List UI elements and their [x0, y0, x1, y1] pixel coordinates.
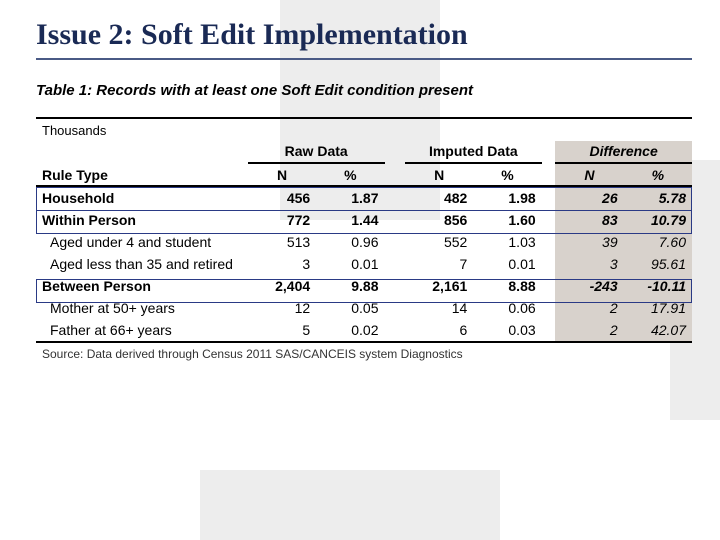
cell-d-p: 95.61: [624, 253, 692, 275]
cell-imp-n: 6: [405, 319, 473, 342]
cell-gap2: [542, 275, 556, 297]
header-sub: Rule Type N % N % N %: [36, 163, 692, 186]
table-wrapper: Thousands Raw Data Imputed Data Differen…: [36, 117, 692, 364]
cell-gap: [385, 253, 405, 275]
cell-imp-p: 1.60: [473, 209, 541, 231]
cell-gap: [385, 297, 405, 319]
cell-d-p: 10.79: [624, 209, 692, 231]
cell-raw-p: 0.96: [316, 231, 384, 253]
cell-imp-n: 2,161: [405, 275, 473, 297]
cell-gap2: [542, 231, 556, 253]
cell-rule: Father at 66+ years: [36, 319, 248, 342]
cell-d-p: 7.60: [624, 231, 692, 253]
cell-rule: Aged under 4 and student: [36, 231, 248, 253]
cell-gap: [385, 231, 405, 253]
cell-d-n: 2: [555, 319, 623, 342]
cell-gap: [385, 209, 405, 231]
cell-imp-p: 8.88: [473, 275, 541, 297]
col-imp-pct: %: [473, 163, 541, 186]
cell-raw-p: 0.02: [316, 319, 384, 342]
data-table: Thousands Raw Data Imputed Data Differen…: [36, 117, 692, 364]
cell-gap2: [542, 186, 556, 209]
table-row: Between Person2,4049.88 2,1618.88 -243-10.…: [36, 275, 692, 297]
cell-gap2: [542, 253, 556, 275]
cell-d-p: 5.78: [624, 186, 692, 209]
cell-rule: Within Person: [36, 209, 248, 231]
col-raw-n: N: [248, 163, 316, 186]
table-row: Within Person7721.44 8561.60 8310.79: [36, 209, 692, 231]
header-groups: Raw Data Imputed Data Difference: [36, 141, 692, 163]
cell-raw-p: 1.87: [316, 186, 384, 209]
cell-imp-n: 14: [405, 297, 473, 319]
col-group-imputed: Imputed Data: [405, 141, 542, 163]
cell-imp-p: 0.01: [473, 253, 541, 275]
cell-imp-n: 856: [405, 209, 473, 231]
col-diff-pct: %: [624, 163, 692, 186]
cell-imp-p: 1.03: [473, 231, 541, 253]
cell-imp-n: 7: [405, 253, 473, 275]
cell-gap: [385, 319, 405, 342]
table-source: Source: Data derived through Census 2011…: [36, 342, 692, 364]
cell-rule: Between Person: [36, 275, 248, 297]
cell-rule: Aged less than 35 and retired: [36, 253, 248, 275]
cell-gap2: [542, 209, 556, 231]
cell-raw-p: 0.01: [316, 253, 384, 275]
slide-title: Issue 2: Soft Edit Implementation: [36, 18, 692, 52]
cell-rule: Household: [36, 186, 248, 209]
cell-gap: [385, 275, 405, 297]
table-row: Mother at 50+ years120.05 140.06 217.91: [36, 297, 692, 319]
table-row: Aged less than 35 and retired30.0170.013…: [36, 253, 692, 275]
cell-raw-n: 3: [248, 253, 316, 275]
cell-raw-n: 456: [248, 186, 316, 209]
cell-raw-n: 772: [248, 209, 316, 231]
cell-imp-n: 482: [405, 186, 473, 209]
cell-d-n: 2: [555, 297, 623, 319]
cell-raw-n: 5: [248, 319, 316, 342]
cell-raw-p: 9.88: [316, 275, 384, 297]
cell-imp-p: 0.03: [473, 319, 541, 342]
cell-raw-n: 2,404: [248, 275, 316, 297]
cell-d-p: 17.91: [624, 297, 692, 319]
cell-raw-p: 0.05: [316, 297, 384, 319]
col-imp-n: N: [405, 163, 473, 186]
cell-d-n: 3: [555, 253, 623, 275]
cell-d-n: -243: [555, 275, 623, 297]
cell-d-n: 26: [555, 186, 623, 209]
cell-raw-n: 513: [248, 231, 316, 253]
title-divider: [36, 58, 692, 60]
cell-d-n: 83: [555, 209, 623, 231]
cell-gap2: [542, 297, 556, 319]
table-row: Household4561.87 4821.98 265.78: [36, 186, 692, 209]
unit-label: Thousands: [36, 118, 692, 141]
table-row: Father at 66+ years50.02 60.03 242.07: [36, 319, 692, 342]
cell-raw-n: 12: [248, 297, 316, 319]
table-caption: Table 1: Records with at least one Soft …: [36, 82, 692, 99]
cell-d-n: 39: [555, 231, 623, 253]
cell-imp-p: 1.98: [473, 186, 541, 209]
col-rule-type: Rule Type: [36, 163, 248, 186]
cell-imp-p: 0.06: [473, 297, 541, 319]
col-group-diff: Difference: [555, 141, 692, 163]
col-raw-pct: %: [316, 163, 384, 186]
cell-raw-p: 1.44: [316, 209, 384, 231]
cell-imp-n: 552: [405, 231, 473, 253]
cell-rule: Mother at 50+ years: [36, 297, 248, 319]
cell-d-p: 42.07: [624, 319, 692, 342]
cell-gap: [385, 186, 405, 209]
cell-gap2: [542, 319, 556, 342]
col-diff-n: N: [555, 163, 623, 186]
col-group-raw: Raw Data: [248, 141, 385, 163]
table-row: Aged under 4 and student5130.96 5521.03 39…: [36, 231, 692, 253]
cell-d-p: -10.11: [624, 275, 692, 297]
